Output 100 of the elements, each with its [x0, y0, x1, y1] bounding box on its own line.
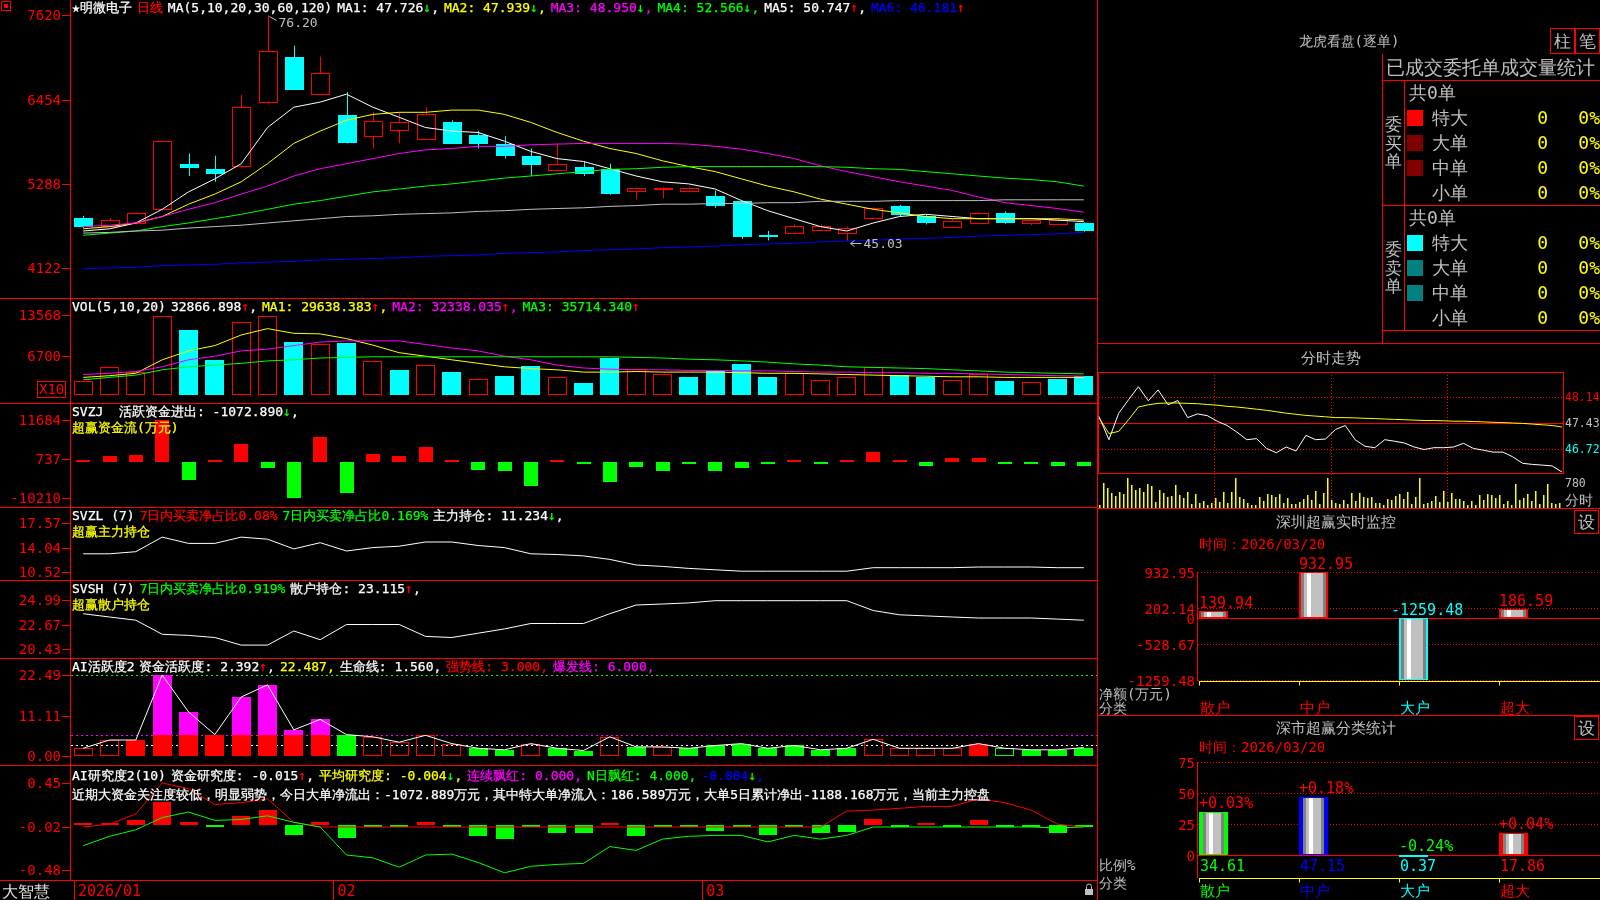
axis-tick-label: 10.52: [18, 564, 61, 580]
indicator-reading: 爆发线: 6.000,: [553, 659, 655, 675]
indicator-reading: MA2: 47.939↓,: [443, 0, 546, 16]
axis-tick-label: 50: [1178, 785, 1195, 802]
axis-label: 分类: [1099, 875, 1127, 891]
axis-tick-label: 4122: [27, 260, 61, 277]
order-count: 0: [1537, 155, 1548, 180]
indicator-reading: 平均研究度: -0.004↓,: [319, 767, 463, 785]
value-label: 34.61: [1200, 857, 1246, 875]
axis-tick-label: 20.43: [18, 641, 61, 658]
axis-tick-label: 48.14: [1565, 390, 1600, 405]
axis-tick-label: 46.72: [1565, 441, 1600, 456]
group-label: 委卖单: [1385, 239, 1402, 297]
indicator-reading: MA6: 46.181↑: [870, 0, 965, 16]
app-name-label: 大智慧: [2, 881, 50, 900]
order-count: 0: [1537, 256, 1548, 280]
order-total: 共0单: [1409, 207, 1456, 228]
indicator-reading: 强势线: 3.000,: [446, 659, 548, 675]
indicator-reading: SVZJ 活跃资金进出: -1072.890↓,: [72, 404, 299, 420]
category-label: 超大: [1500, 882, 1530, 900]
mode-label: 分时: [1565, 492, 1593, 508]
order-percent: 0%: [1578, 155, 1600, 180]
order-percent: 0%: [1578, 231, 1600, 256]
order-count: 0: [1537, 305, 1548, 330]
indicator-reading: 散户持仓: 23.115↑,: [290, 581, 421, 597]
axis-tick-label: -1259.48: [1127, 672, 1195, 689]
axis-date-label: 02: [337, 882, 356, 900]
panel-title: 龙虎看盘(逐单): [1298, 31, 1400, 51]
axis-tick-label: 7620: [27, 7, 61, 24]
price-annotation: 45.03: [863, 236, 903, 251]
order-count: 0: [1537, 280, 1548, 305]
axis-label: 分类: [1099, 700, 1127, 715]
indicator-reading: 7日内买卖净占比0.169%: [282, 508, 429, 524]
indicator-reading: 7日内买卖净占比0.919%: [139, 581, 286, 597]
order-percent: 0%: [1578, 256, 1600, 280]
order-size-label: 中单: [1432, 155, 1469, 180]
order-size-label: 特大: [1432, 106, 1469, 131]
order-percent: 0%: [1578, 280, 1600, 305]
axis-tick-label: 0.00: [27, 748, 61, 765]
indicator-reading: N日飘红: 4.000,: [587, 767, 697, 785]
axis-date-label: 2026/01: [77, 882, 142, 900]
timestamp-label: 时间：2026/03/20: [1199, 536, 1326, 552]
value-label: 47.15: [1300, 857, 1346, 875]
order-count: 0: [1537, 106, 1548, 131]
indicator-reading: MA2: 32338.035↑,: [392, 299, 518, 315]
axis-label: 净额(万元): [1099, 686, 1172, 702]
change-label: +0.18%: [1299, 778, 1354, 797]
indicator-reading: AI研究度2(10): [72, 767, 166, 785]
indicator-reading: 生命线: 1.560,: [339, 659, 442, 675]
axis-tick-label: 24.99: [18, 591, 61, 608]
unit-label: X10: [37, 381, 67, 398]
change-label: +0.03%: [1199, 794, 1254, 813]
indicator-reading: MA(5,10,20,30,60,120): [167, 0, 333, 16]
axis-tick-label: 0.45: [27, 775, 61, 791]
order-percent: 0%: [1578, 131, 1600, 155]
axis-tick-label: 6700: [27, 347, 61, 364]
order-size-label: 小单: [1432, 180, 1469, 205]
order-count: 0: [1537, 231, 1548, 256]
indicator-reading: 32866.898↑,: [170, 299, 258, 315]
value-label: 186.59: [1499, 591, 1554, 610]
axis-tick-label: 0: [1186, 847, 1195, 864]
axis-tick-label: -10210: [10, 490, 61, 507]
axis-tick-label: -528.67: [1136, 636, 1195, 653]
value-label: 139.94: [1199, 594, 1254, 613]
indicator-reading: MA5: 50.747↑,: [764, 0, 866, 16]
indicator-reading: ★明微电子: [72, 0, 132, 16]
value-label: 17.86: [1500, 857, 1546, 875]
section-title: 深市超赢分类统计: [1276, 718, 1396, 738]
indicator-reading: SVSH (7): [72, 581, 135, 597]
axis-tick-label: 6454: [27, 91, 61, 108]
price-annotation: 76.20: [278, 15, 318, 30]
indicator-reading: MA1: 47.726↓,: [337, 0, 439, 16]
indicator-reading: MA1: 29638.383↑,: [262, 299, 388, 315]
indicator-reading: 日线: [136, 0, 163, 16]
category-label: 超大: [1500, 699, 1530, 715]
order-percent: 0%: [1578, 305, 1600, 330]
order-percent: 0%: [1578, 106, 1600, 131]
table-heading: 已成交委托单成交量统计: [1386, 56, 1595, 78]
indicator-reading: MA3: 48.950↓,: [550, 0, 653, 16]
indicator-reading: SVZL (7): [72, 508, 135, 524]
indicator-caption: 超赢主力持仓: [72, 524, 150, 539]
change-label: +0.04%: [1499, 814, 1554, 833]
indicator-reading: MA3: 35714.340↑: [522, 299, 640, 315]
indicator-caption: 超赢散户持仓: [72, 597, 150, 612]
axis-tick-label: 737: [35, 451, 61, 468]
indicator-reading: 主力持仓: 11.234↓,: [433, 508, 564, 524]
scale-label: 780: [1565, 476, 1586, 490]
order-size-label: 中单: [1432, 280, 1469, 305]
indicator-reading: 资金活跃度: 2.392↑,: [139, 659, 275, 675]
indicator-reading: 22.487,: [279, 659, 335, 675]
axis-tick-label: 5288: [27, 176, 61, 193]
order-count: 0: [1537, 180, 1548, 205]
axis-tick-label: 11.11: [18, 708, 61, 725]
axis-tick-label: -0.02: [18, 818, 61, 835]
axis-tick-label: -0.48: [18, 862, 61, 878]
indicator-reading: AI活跃度2: [72, 659, 135, 675]
order-percent: 0%: [1578, 180, 1600, 205]
axis-tick-label: 22.67: [18, 616, 61, 633]
order-total: 共0单: [1409, 82, 1456, 103]
value-label: 0.37: [1400, 857, 1437, 875]
